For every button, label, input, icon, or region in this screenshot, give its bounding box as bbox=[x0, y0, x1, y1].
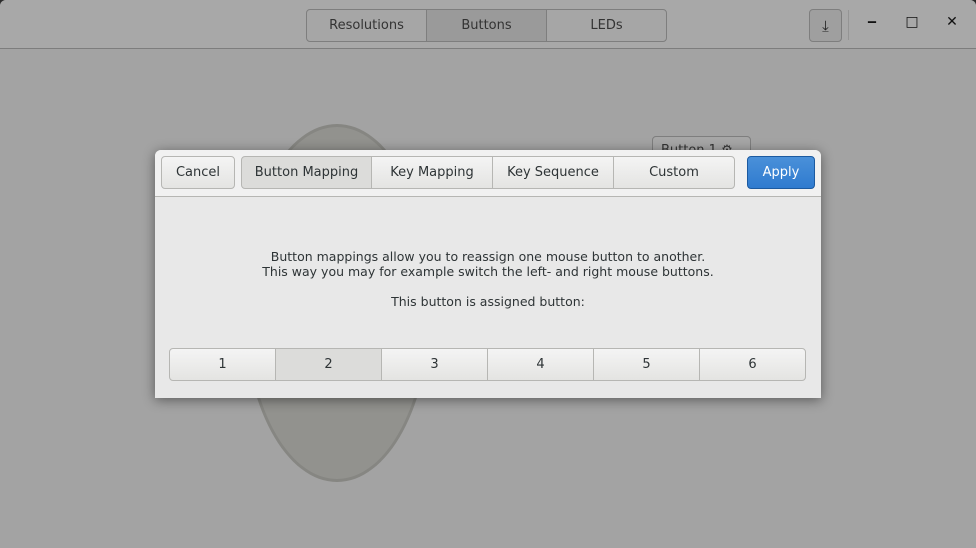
tab-resolutions[interactable]: Resolutions bbox=[306, 9, 427, 42]
assigned-label: This button is assigned button: bbox=[391, 294, 585, 309]
button-option-4[interactable]: 4 bbox=[487, 348, 594, 381]
divider bbox=[848, 10, 849, 40]
description-line-2: This way you may for example switch the … bbox=[262, 264, 714, 279]
tab-button-mapping[interactable]: Button Mapping bbox=[241, 156, 372, 189]
apply-button[interactable]: Apply bbox=[747, 156, 815, 189]
button-option-1[interactable]: 1 bbox=[169, 348, 276, 381]
maximize-icon[interactable]: □ bbox=[902, 14, 922, 30]
cancel-button[interactable]: Cancel bbox=[161, 156, 235, 189]
tab-custom[interactable]: Custom bbox=[613, 156, 735, 189]
header-bar: Resolutions Buttons LEDs ⤓ ‒ □ ✕ bbox=[0, 0, 976, 49]
tab-key-mapping[interactable]: Key Mapping bbox=[371, 156, 493, 189]
button-selector: 1 2 3 4 5 6 bbox=[169, 348, 806, 381]
button-mapping-dialog: Cancel Button Mapping Key Mapping Key Se… bbox=[155, 150, 821, 398]
tab-leds[interactable]: LEDs bbox=[546, 9, 667, 42]
mapping-tabs: Button Mapping Key Mapping Key Sequence … bbox=[241, 156, 735, 189]
dialog-header: Cancel Button Mapping Key Mapping Key Se… bbox=[155, 150, 821, 197]
download-icon[interactable]: ⤓ bbox=[809, 9, 842, 42]
close-icon[interactable]: ✕ bbox=[942, 14, 962, 30]
button-option-6[interactable]: 6 bbox=[699, 348, 806, 381]
description-line-1: Button mappings allow you to reassign on… bbox=[270, 249, 706, 264]
button-option-3[interactable]: 3 bbox=[381, 348, 488, 381]
button-option-5[interactable]: 5 bbox=[593, 348, 700, 381]
tab-key-sequence[interactable]: Key Sequence bbox=[492, 156, 614, 189]
tab-buttons[interactable]: Buttons bbox=[426, 9, 547, 42]
view-switcher: Resolutions Buttons LEDs bbox=[306, 9, 667, 42]
minimize-icon[interactable]: ‒ bbox=[862, 14, 882, 30]
button-option-2[interactable]: 2 bbox=[275, 348, 382, 381]
